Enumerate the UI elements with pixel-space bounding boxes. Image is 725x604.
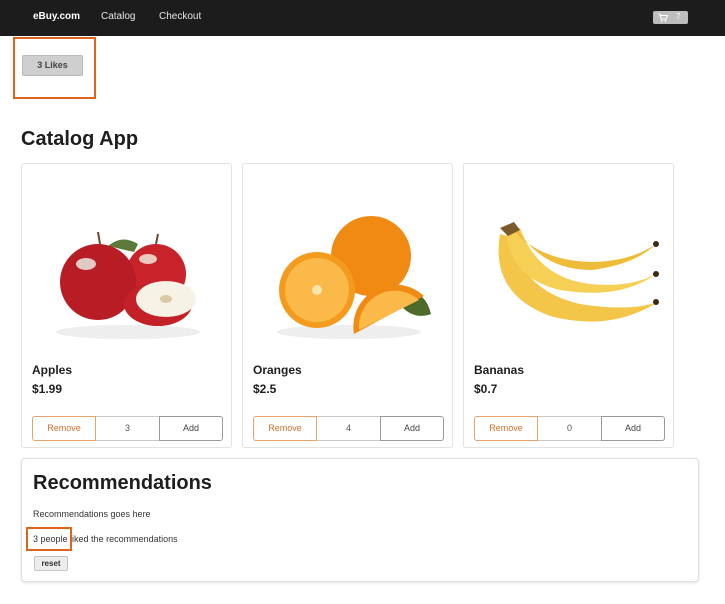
- quantity-stepper: Remove 0 Add: [474, 416, 665, 441]
- product-name: Bananas: [474, 363, 525, 377]
- brand-link[interactable]: eBuy.com: [33, 11, 80, 22]
- product-name: Apples: [32, 363, 73, 377]
- product-price: $1.99: [32, 382, 63, 396]
- cart-count: 7: [676, 12, 681, 21]
- product-price: $0.7: [474, 382, 498, 396]
- bananas-image: [498, 222, 659, 322]
- remove-button[interactable]: Remove: [474, 416, 538, 441]
- product-card-oranges: Oranges $2.5 Remove 4 Add: [242, 163, 453, 448]
- likes-button[interactable]: 3 Likes: [22, 55, 83, 76]
- add-button[interactable]: Add: [601, 416, 665, 441]
- product-price: $2.5: [253, 382, 277, 396]
- add-button[interactable]: Add: [159, 416, 223, 441]
- remove-button[interactable]: Remove: [32, 416, 96, 441]
- recommendations-body: Recommendations goes here: [33, 509, 151, 519]
- recommendations-title: Recommendations: [33, 472, 212, 494]
- cart-button[interactable]: 7: [653, 11, 688, 24]
- nav-checkout-link[interactable]: Checkout: [159, 11, 201, 22]
- nav-catalog-link[interactable]: Catalog: [101, 11, 135, 22]
- product-name: Oranges: [253, 363, 302, 377]
- apples-image: [56, 231, 200, 339]
- product-card-bananas: Bananas $0.7 Remove 0 Add: [463, 163, 674, 448]
- add-button[interactable]: Add: [380, 416, 444, 441]
- reset-button[interactable]: reset: [34, 556, 68, 571]
- page-title: Catalog App: [21, 128, 139, 150]
- oranges-image: [277, 216, 431, 339]
- quantity-value: 3: [96, 416, 159, 441]
- quantity-stepper: Remove 4 Add: [253, 416, 444, 441]
- people-highlight-box: [26, 527, 72, 551]
- remove-button[interactable]: Remove: [253, 416, 317, 441]
- product-card-apples: Apples $1.99 Remove 3 Add: [21, 163, 232, 448]
- quantity-stepper: Remove 3 Add: [32, 416, 223, 441]
- quantity-value: 4: [317, 416, 380, 441]
- quantity-value: 0: [538, 416, 601, 441]
- cart-icon: [658, 13, 668, 22]
- top-navbar: eBuy.com Catalog Checkout 7: [0, 0, 725, 36]
- likes-suffix: liked the recommendations: [67, 534, 178, 544]
- recommendations-panel: Recommendations Recommendations goes her…: [21, 458, 699, 582]
